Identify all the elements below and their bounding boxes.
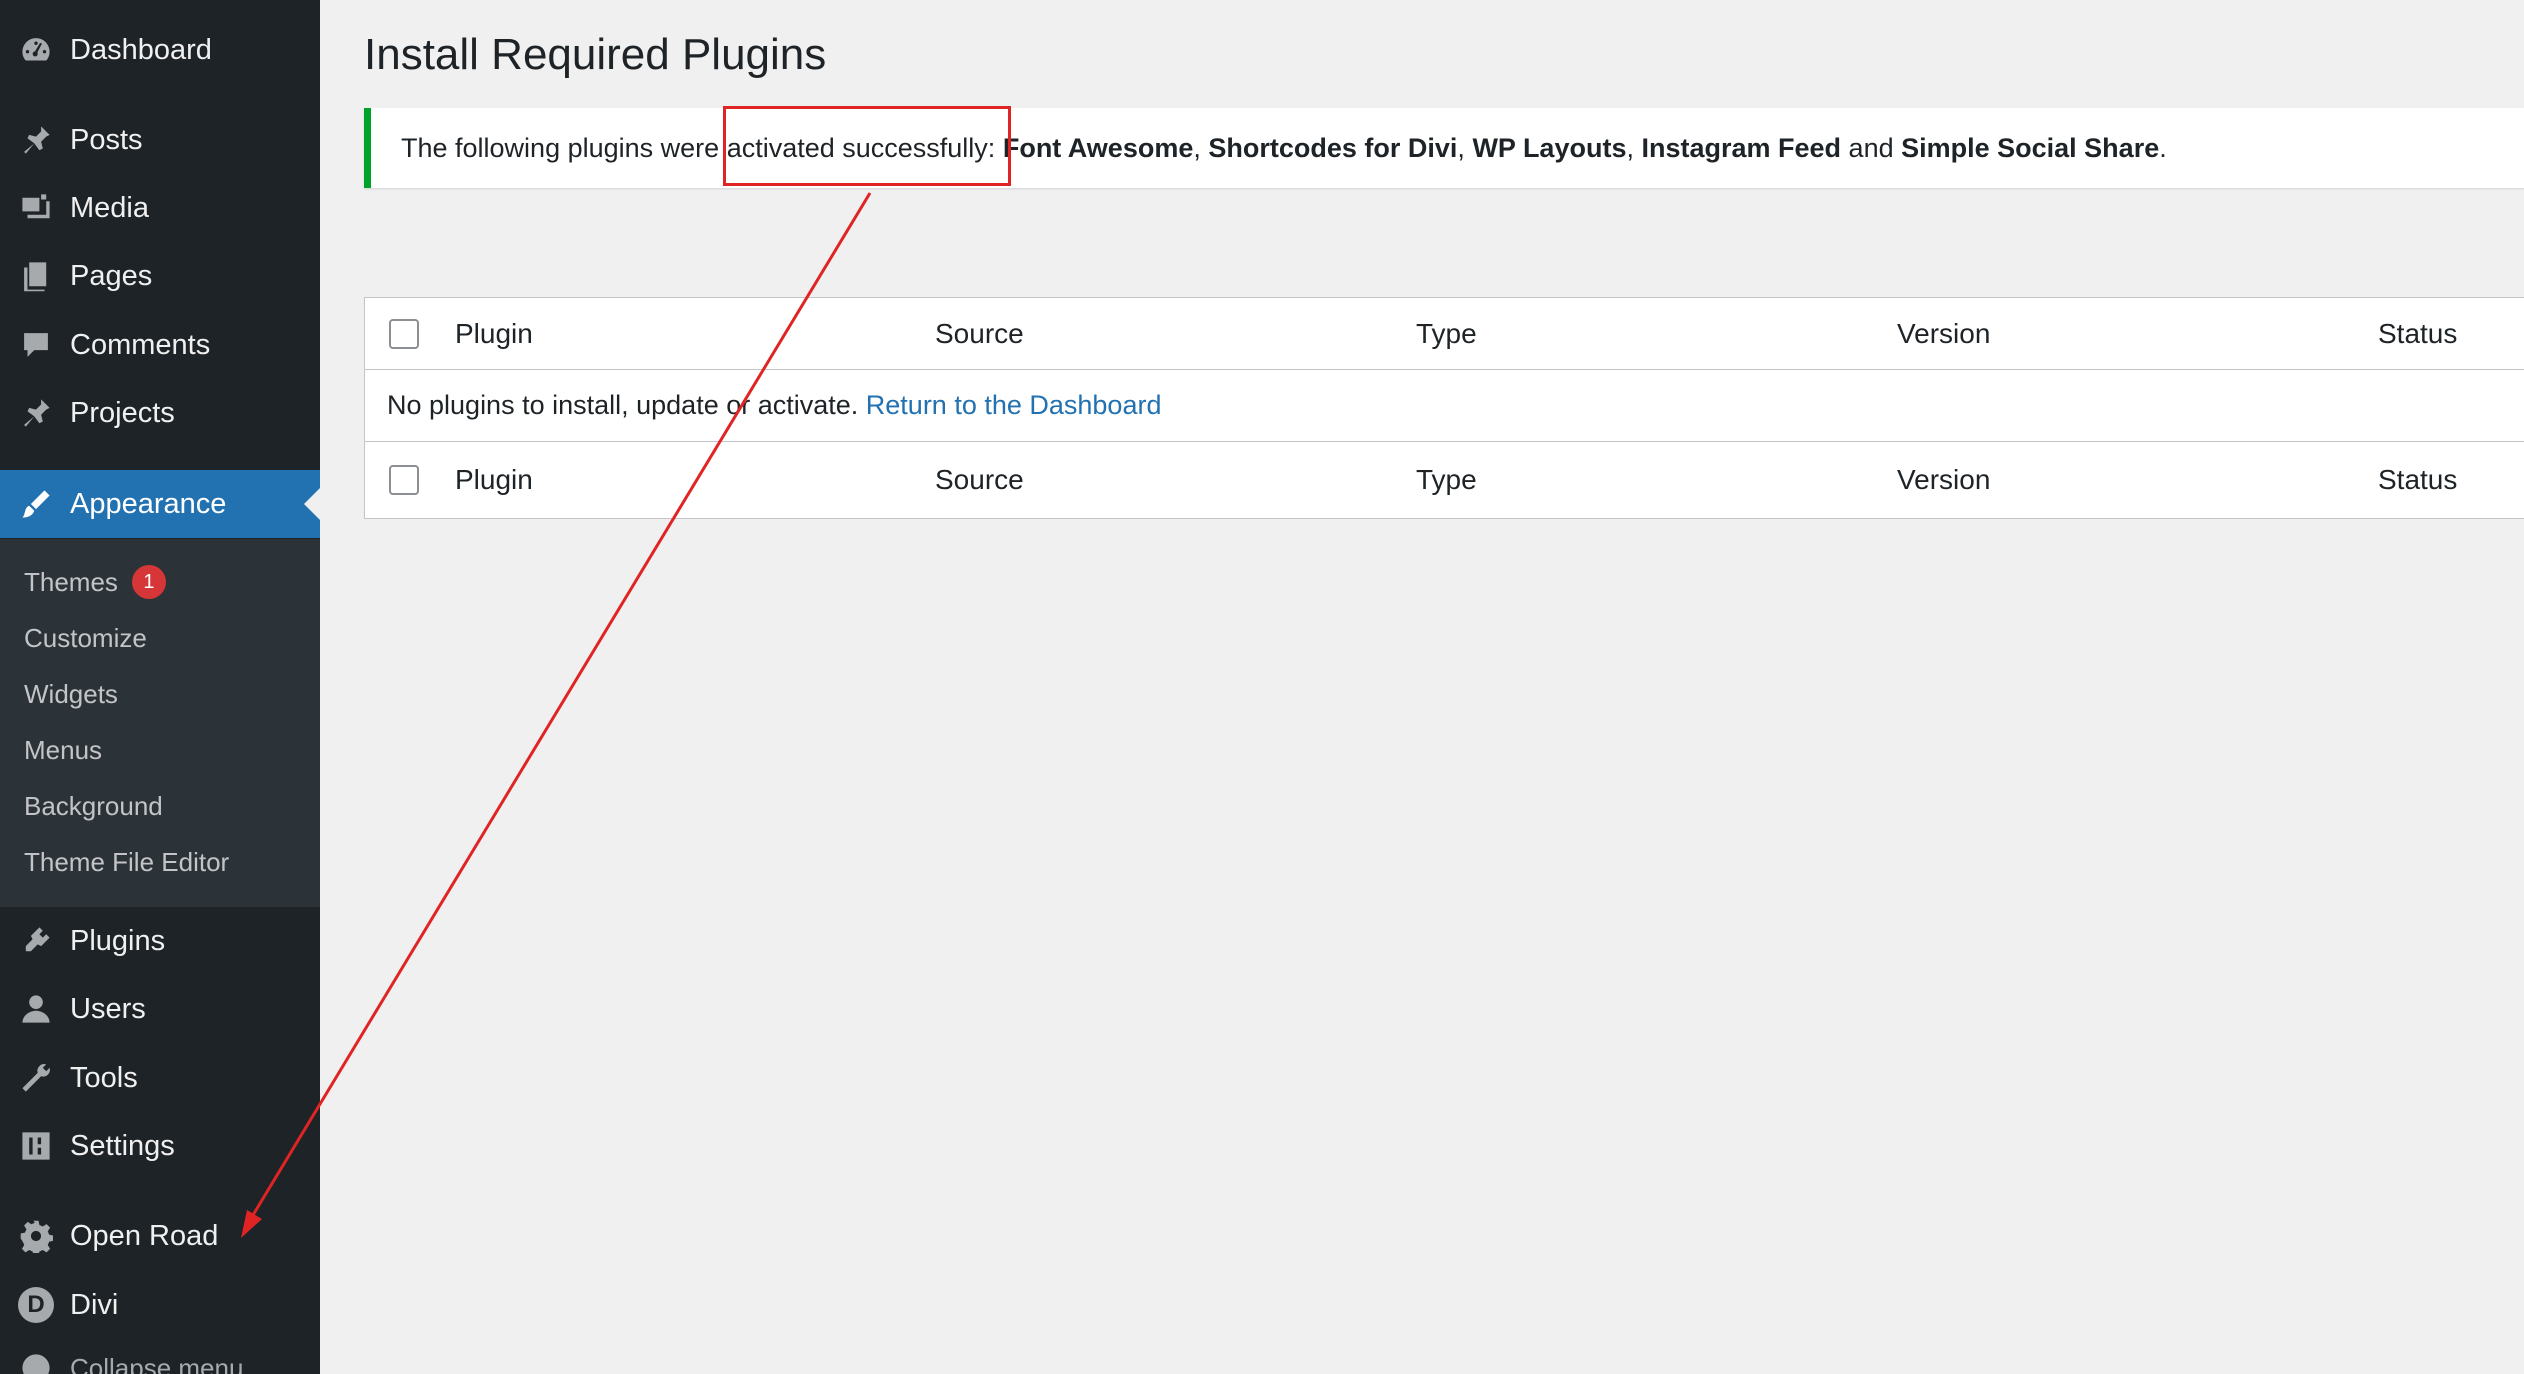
sidebar-item-projects[interactable]: Projects — [0, 383, 320, 443]
submenu-item-menus[interactable]: Menus — [24, 730, 102, 770]
sidebar-item-appearance[interactable]: Appearance — [0, 470, 320, 538]
wrench-icon — [18, 1060, 54, 1096]
gear-icon — [18, 1218, 54, 1254]
separator: , — [1626, 132, 1642, 163]
sidebar-item-label: Media — [70, 191, 149, 224]
conjunction: and — [1841, 132, 1902, 163]
user-icon — [18, 991, 54, 1027]
submenu-item-customize[interactable]: Customize — [24, 618, 147, 658]
sidebar-item-label: Settings — [70, 1129, 175, 1162]
separator: , — [1457, 132, 1473, 163]
column-header-plugin[interactable]: Plugin — [455, 318, 533, 350]
sliders-icon — [18, 1128, 54, 1164]
active-indicator — [304, 488, 320, 520]
plugin-name: WP Layouts — [1472, 132, 1627, 163]
update-count-badge: 1 — [131, 565, 166, 599]
sidebar-item-media[interactable]: Media — [0, 178, 320, 238]
select-all-checkbox[interactable] — [389, 318, 419, 349]
empty-text: No plugins to install, update or activat… — [387, 390, 866, 420]
sidebar-collapse-menu[interactable]: Collapse menu — [0, 1338, 320, 1374]
plugin-name: Shortcodes for Divi — [1208, 132, 1458, 163]
column-footer-type: Type — [1416, 464, 1477, 495]
submenu-item-widgets[interactable]: Widgets — [24, 674, 118, 714]
sidebar-item-label: Collapse menu — [70, 1352, 244, 1374]
sidebar-item-settings[interactable]: Settings — [0, 1116, 320, 1176]
page-title: Install Required Plugins — [364, 30, 827, 79]
table-header-row: Plugin Source Type Version Status — [365, 298, 2524, 370]
sidebar-item-label: Pages — [70, 259, 153, 292]
brush-icon — [18, 486, 54, 522]
submenu-item-label: Themes — [24, 566, 118, 597]
sidebar-item-open-road[interactable]: Open Road — [0, 1206, 320, 1266]
plugin-icon — [18, 923, 54, 959]
collapse-icon — [18, 1350, 54, 1374]
sidebar-item-posts[interactable]: Posts — [0, 110, 320, 170]
success-notice: The following plugins were activated suc… — [364, 108, 2524, 188]
notice-prefix: The following plugins were — [401, 132, 727, 163]
select-all-checkbox-footer[interactable] — [389, 465, 419, 495]
submenu-item-label: Background — [24, 790, 163, 821]
column-header-status: Status — [2378, 317, 2458, 349]
admin-sidebar: Dashboard Posts Media Pages Comments Pro… — [0, 0, 320, 1374]
sidebar-item-users[interactable]: Users — [0, 979, 320, 1039]
pin-icon — [18, 122, 54, 158]
column-header-version: Version — [1897, 317, 1991, 349]
return-to-dashboard-link[interactable]: Return to the Dashboard — [866, 390, 1162, 420]
annotation-arrow — [241, 192, 872, 1238]
column-footer-status: Status — [2378, 464, 2458, 495]
table-empty-row: No plugins to install, update or activat… — [365, 370, 2524, 442]
sidebar-item-pages[interactable]: Pages — [0, 246, 320, 306]
submenu-item-themes[interactable]: Themes 1 — [24, 562, 166, 602]
plugins-table: Plugin Source Type Version Status No plu… — [364, 297, 2524, 519]
sidebar-item-label: Users — [70, 992, 146, 1025]
pages-icon — [18, 258, 54, 294]
sidebar-item-dashboard[interactable]: Dashboard — [0, 20, 320, 80]
divi-icon: D — [18, 1287, 54, 1323]
appearance-submenu: Themes 1 Customize Widgets Menus Backgro… — [0, 539, 320, 907]
period: . — [2159, 132, 2167, 163]
separator: , — [1193, 132, 1209, 163]
submenu-item-label: Customize — [24, 622, 147, 653]
sidebar-item-label: Divi — [70, 1288, 119, 1321]
column-footer-version: Version — [1897, 464, 1991, 495]
sidebar-item-label: Appearance — [70, 487, 227, 520]
plugin-name: Font Awesome — [1002, 132, 1194, 163]
sidebar-item-plugins[interactable]: Plugins — [0, 911, 320, 971]
sidebar-item-label: Tools — [70, 1061, 138, 1094]
media-icon — [18, 190, 54, 226]
comment-icon — [18, 327, 54, 363]
sidebar-item-comments[interactable]: Comments — [0, 315, 320, 375]
column-header-type: Type — [1416, 317, 1477, 349]
sidebar-item-label: Dashboard — [70, 33, 212, 66]
sidebar-item-label: Comments — [70, 328, 211, 361]
plugin-name: Simple Social Share — [1901, 132, 2160, 163]
dashboard-icon — [18, 32, 54, 68]
sidebar-item-label: Plugins — [70, 924, 166, 957]
submenu-item-background[interactable]: Background — [24, 786, 163, 826]
sidebar-item-label: Posts — [70, 123, 143, 156]
annotation-highlight-box — [723, 106, 1011, 186]
empty-message: No plugins to install, update or activat… — [387, 390, 1161, 421]
table-footer-row: Plugin Source Type Version Status — [365, 444, 2524, 516]
submenu-item-theme-file-editor[interactable]: Theme File Editor — [24, 842, 229, 882]
sidebar-item-tools[interactable]: Tools — [0, 1048, 320, 1108]
pin-icon — [18, 395, 54, 431]
column-header-source: Source — [935, 317, 1024, 349]
sidebar-item-label: Projects — [70, 396, 175, 429]
column-footer-plugin[interactable]: Plugin — [455, 464, 533, 496]
sidebar-item-label: Open Road — [70, 1219, 219, 1252]
column-footer-source: Source — [935, 464, 1024, 495]
submenu-item-label: Menus — [24, 734, 103, 765]
plugin-name: Instagram Feed — [1641, 132, 1842, 163]
sidebar-item-divi[interactable]: D Divi — [0, 1275, 320, 1335]
submenu-item-label: Widgets — [24, 678, 118, 709]
submenu-item-label: Theme File Editor — [24, 846, 230, 877]
